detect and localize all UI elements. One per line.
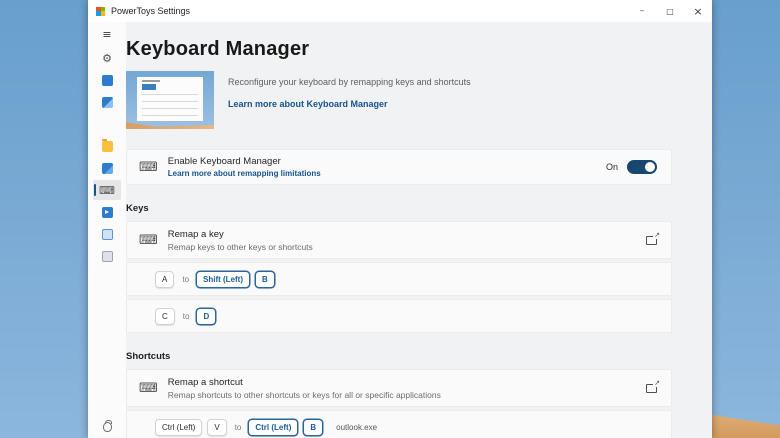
sidebar-item-keyboard-manager[interactable]: ⌨ bbox=[93, 180, 121, 200]
remap-shortcut-subtitle: Remap shortcuts to other shortcuts or ke… bbox=[167, 389, 441, 400]
sidebar-item-awake[interactable] bbox=[93, 70, 121, 90]
key-mapping-row: A to Shift (Left) B bbox=[126, 262, 672, 296]
awake-icon bbox=[101, 74, 113, 86]
keyboard-icon: ⌨ bbox=[139, 232, 158, 248]
maximize-button[interactable]: □ bbox=[656, 0, 684, 22]
minimize-button[interactable]: – bbox=[628, 0, 656, 22]
remap-key-title: Remap a key bbox=[167, 228, 224, 240]
keys-section-label: Keys bbox=[126, 203, 149, 214]
module-description: Reconfigure your keyboard by remapping k… bbox=[228, 77, 471, 87]
keycap-to: Ctrl (Left) bbox=[248, 418, 299, 436]
image-resizer-icon bbox=[101, 162, 113, 174]
wallpaper-hill bbox=[710, 414, 780, 438]
power-rename-icon bbox=[101, 206, 113, 218]
keycap-from: V bbox=[207, 418, 227, 436]
keycap-to: B bbox=[303, 418, 324, 436]
window-title: PowerToys Settings bbox=[111, 6, 191, 16]
keycap-from: Ctrl (Left) bbox=[155, 418, 203, 436]
remap-a-key-card[interactable]: ⌨ Remap a key Remap keys to other keys o… bbox=[126, 221, 672, 259]
hamburger-menu-icon[interactable]: ≡ bbox=[94, 25, 120, 43]
sidebar-nav: ≡ ⚙ ⌨ bbox=[88, 22, 126, 438]
to-label: to bbox=[182, 311, 190, 321]
keyboard-icon: ⌨ bbox=[139, 380, 158, 396]
module-about: Reconfigure your keyboard by remapping k… bbox=[126, 71, 672, 129]
sidebar-item-shortcut-guide[interactable] bbox=[93, 246, 121, 266]
shortcuts-section-label: Shortcuts bbox=[126, 351, 171, 362]
sidebar-item-image-resizer[interactable] bbox=[93, 158, 121, 178]
enable-keyboard-manager-card: ⌨ Enable Keyboard Manager Learn more abo… bbox=[126, 149, 672, 185]
target-app-name: outlook.exe bbox=[336, 422, 378, 432]
preview-hill bbox=[126, 122, 214, 129]
learn-more-link[interactable]: Learn more about Keyboard Manager bbox=[228, 99, 388, 109]
open-remap-key-window-icon[interactable] bbox=[646, 231, 660, 245]
keycap-from: C bbox=[155, 307, 175, 325]
keycap-to: B bbox=[255, 270, 275, 288]
folder-icon bbox=[101, 138, 113, 152]
desktop-wallpaper: PowerToys Settings – □ × ≡ ⚙ ⌨ Keyboard … bbox=[0, 0, 780, 438]
enable-toggle[interactable] bbox=[627, 160, 657, 174]
powertoys-settings-window: PowerToys Settings – □ × ≡ ⚙ ⌨ Keyboard … bbox=[88, 0, 712, 438]
keycap-from: A bbox=[155, 270, 175, 288]
to-label: to bbox=[182, 274, 190, 284]
sidebar-item-general[interactable]: ⚙ bbox=[93, 48, 121, 68]
to-label: to bbox=[234, 422, 242, 432]
feedback-slot bbox=[88, 420, 126, 432]
toggle-state-label: On bbox=[605, 162, 618, 172]
close-button[interactable]: × bbox=[684, 0, 712, 22]
keycap-to: D bbox=[196, 307, 217, 325]
enable-title: Enable Keyboard Manager bbox=[167, 156, 281, 167]
keycap-to: Shift (Left) bbox=[196, 270, 251, 288]
main-content: Keyboard Manager Reconfigure your keyboa… bbox=[126, 22, 712, 438]
sidebar-item-power-rename[interactable] bbox=[93, 202, 121, 222]
open-remap-shortcut-window-icon[interactable] bbox=[646, 379, 660, 393]
powertoys-run-icon bbox=[101, 228, 113, 240]
remap-key-subtitle: Remap keys to other keys or shortcuts bbox=[167, 241, 313, 252]
titlebar: PowerToys Settings – □ × bbox=[88, 0, 712, 22]
powertoys-logo-icon bbox=[96, 6, 105, 16]
remapping-limitations-link[interactable]: Learn more about remapping limitations bbox=[168, 169, 321, 178]
remap-a-shortcut-card[interactable]: ⌨ Remap a shortcut Remap shortcuts to ot… bbox=[126, 369, 672, 407]
keyboard-icon: ⌨ bbox=[99, 183, 115, 197]
keyboard-icon: ⌨ bbox=[139, 159, 158, 175]
page-title: Keyboard Manager bbox=[126, 38, 310, 60]
sidebar-item-fancyzones[interactable] bbox=[93, 114, 121, 134]
sidebar-item-color-picker[interactable] bbox=[93, 92, 121, 112]
key-mapping-row: C to D bbox=[126, 299, 672, 333]
bug-report-icon[interactable] bbox=[102, 420, 112, 432]
remap-shortcut-title: Remap a shortcut bbox=[167, 376, 243, 388]
sidebar-item-file-explorer[interactable] bbox=[93, 136, 121, 156]
module-preview-image bbox=[126, 71, 214, 129]
color-picker-icon bbox=[101, 96, 113, 108]
sidebar-item-powertoys-run[interactable] bbox=[93, 224, 121, 244]
preview-mini-window bbox=[137, 77, 203, 121]
shortcut-guide-icon bbox=[101, 250, 113, 262]
gear-icon: ⚙ bbox=[102, 51, 112, 65]
caption-buttons: – □ × bbox=[628, 0, 712, 22]
fancyzones-icon bbox=[102, 119, 113, 130]
shortcut-mapping-row: Ctrl (Left) V to Ctrl (Left) B outlook.e… bbox=[126, 410, 672, 438]
